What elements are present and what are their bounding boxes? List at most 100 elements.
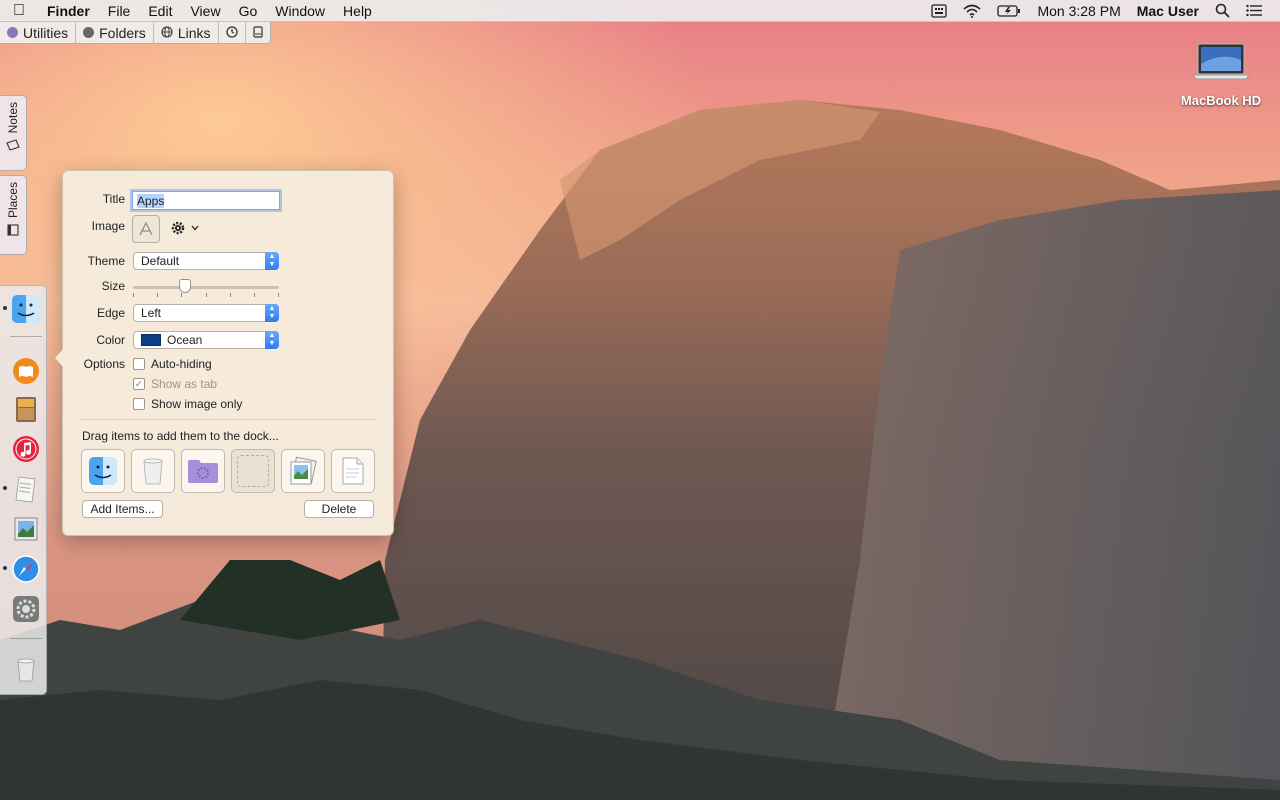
well-empty[interactable] xyxy=(231,449,275,493)
dock-stickies-icon[interactable] xyxy=(11,394,41,424)
theme-select[interactable]: Default ▲ ▼ xyxy=(133,252,279,270)
showtab-label: Show as tab xyxy=(151,377,218,391)
add-items-button[interactable]: Add Items... xyxy=(82,500,163,518)
menu-go[interactable]: Go xyxy=(230,3,267,19)
battery-icon[interactable] xyxy=(991,4,1027,17)
apps-pencil-icon xyxy=(139,221,153,236)
finder-icon xyxy=(89,457,117,485)
menu-finder[interactable]: Finder xyxy=(38,3,99,19)
imageonly-checkbox-row[interactable]: Show image only xyxy=(133,397,242,411)
color-select-value: Ocean xyxy=(167,333,203,347)
notes-icon xyxy=(6,139,20,152)
folders-dot-icon xyxy=(83,27,95,38)
menubar-user[interactable]: Mac User xyxy=(1131,3,1205,19)
well-folder[interactable] xyxy=(181,449,225,493)
dock-trash-icon[interactable] xyxy=(11,654,41,684)
sidetab-places-label: Places xyxy=(6,182,20,219)
theme-select-value: Default xyxy=(141,254,180,268)
title-label: Title xyxy=(102,192,125,206)
tab-device[interactable] xyxy=(246,22,270,43)
desktop-drive-label: MacBook HD xyxy=(1180,93,1262,108)
size-slider-ticks xyxy=(133,293,279,297)
popover-divider xyxy=(81,419,375,420)
preview-icon xyxy=(290,456,317,485)
size-slider-knob[interactable] xyxy=(179,279,191,293)
dock-preview-icon[interactable] xyxy=(11,514,41,544)
theme-label: Theme xyxy=(87,254,125,268)
sidetab-notes-label: Notes xyxy=(6,102,20,134)
globe-icon xyxy=(161,25,173,41)
top-tab-bar: Utilities Folders Links xyxy=(0,22,271,44)
chevron-down-icon xyxy=(191,225,199,231)
menu-window[interactable]: Window xyxy=(266,3,334,19)
wifi-icon[interactable] xyxy=(957,4,987,18)
menu-edit[interactable]: Edit xyxy=(139,3,181,19)
menu-view[interactable]: View xyxy=(181,3,229,19)
menu-bar:  Finder File Edit View Go Window Help M… xyxy=(0,0,1280,22)
utilities-dot-icon xyxy=(7,27,18,38)
tab-label: Folders xyxy=(99,24,146,41)
image-action-menu[interactable] xyxy=(171,221,199,235)
keyboard-icon[interactable] xyxy=(925,3,953,18)
imageonly-checkbox[interactable] xyxy=(133,398,145,410)
tab-folders[interactable]: Folders xyxy=(76,22,154,43)
popup-stepper-icon: ▲ ▼ xyxy=(265,252,279,270)
menubar-clock[interactable]: Mon 3:28 PM xyxy=(1031,3,1126,19)
color-label: Color xyxy=(96,333,125,347)
item-wells xyxy=(81,449,375,493)
color-select[interactable]: Ocean ▲ ▼ xyxy=(133,331,279,349)
tab-label: Links xyxy=(177,24,211,41)
menu-help[interactable]: Help xyxy=(334,3,381,19)
menu-file[interactable]: File xyxy=(99,3,140,19)
dock-safari-icon[interactable] xyxy=(11,554,41,584)
running-indicator xyxy=(3,306,7,310)
apple-menu-icon[interactable]:  xyxy=(0,2,38,20)
drag-hint: Drag items to add them to the dock... xyxy=(82,429,279,443)
tab-utilities[interactable]: Utilities xyxy=(0,22,77,43)
delete-button[interactable]: Delete xyxy=(304,500,374,518)
showtab-checkbox: ✓ xyxy=(133,378,145,390)
edge-select[interactable]: Left ▲ ▼ xyxy=(133,304,279,322)
empty-slot xyxy=(237,455,269,487)
dock-separator xyxy=(10,336,42,337)
dock-textedit-icon[interactable] xyxy=(11,474,41,504)
notification-center-icon[interactable] xyxy=(1240,4,1268,17)
dock-ibooks-icon[interactable] xyxy=(11,356,41,386)
sidetab-notes[interactable]: Notes xyxy=(0,95,27,171)
tab-label: Utilities xyxy=(23,24,69,41)
autohide-checkbox[interactable] xyxy=(133,358,145,370)
color-swatch xyxy=(141,334,161,346)
well-preview[interactable] xyxy=(281,449,325,493)
popup-stepper-icon: ▲ ▼ xyxy=(265,331,279,349)
popup-stepper-icon: ▲ ▼ xyxy=(265,304,279,322)
size-slider[interactable] xyxy=(133,279,279,293)
dock-separator xyxy=(10,638,42,639)
image-label: Image xyxy=(91,219,125,233)
autohide-checkbox-row[interactable]: Auto-hiding xyxy=(133,357,212,371)
imageonly-label: Show image only xyxy=(151,397,243,411)
sidetab-places[interactable]: Places xyxy=(0,175,27,255)
dock-settings-popover: Title Apps Image Theme Default ▲ ▼ Size E… xyxy=(55,170,394,536)
folder-icon xyxy=(188,460,218,483)
title-input[interactable]: Apps xyxy=(132,191,280,210)
document-icon xyxy=(342,457,364,485)
well-finder[interactable] xyxy=(81,449,125,493)
spotlight-search-icon[interactable] xyxy=(1209,3,1236,18)
edge-select-value: Left xyxy=(141,306,162,320)
dock-finder-icon[interactable] xyxy=(11,294,41,324)
size-label: Size xyxy=(101,279,125,293)
dock-itunes-icon[interactable] xyxy=(11,434,41,464)
title-input-value: Apps xyxy=(137,194,165,208)
dock-system-preferences-icon[interactable] xyxy=(11,594,41,624)
desktop-drive[interactable]: MacBook HD xyxy=(1176,42,1266,108)
running-indicator xyxy=(3,486,7,490)
well-document[interactable] xyxy=(331,449,375,493)
tab-clock[interactable] xyxy=(219,22,246,43)
places-icon xyxy=(7,224,19,236)
tab-links[interactable]: Links xyxy=(154,22,219,43)
left-dock xyxy=(0,285,47,695)
gear-icon xyxy=(171,221,185,235)
image-well[interactable] xyxy=(132,215,160,243)
well-trash[interactable] xyxy=(131,449,175,493)
trash-icon xyxy=(143,458,163,485)
